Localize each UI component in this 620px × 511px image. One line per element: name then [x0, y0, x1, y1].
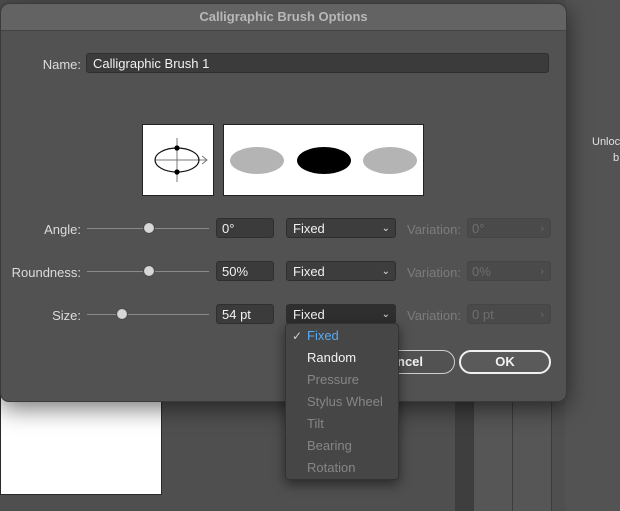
- roundness-variation-field: 0% ›: [467, 261, 551, 281]
- roundness-handle-top[interactable]: [174, 145, 180, 151]
- roundness-mode-value: Fixed: [293, 264, 325, 279]
- background-column: [473, 395, 513, 511]
- size-mode-dropdown-menu: ✓ Fixed Random Pressure Stylus Wheel Til…: [285, 323, 399, 480]
- size-variation-field: 0 pt ›: [467, 304, 551, 324]
- preview-max-variation: [363, 147, 417, 174]
- dropdown-item-label: Fixed: [307, 328, 339, 343]
- size-mode-value: Fixed: [293, 307, 325, 322]
- roundness-variation-label: Variation:: [407, 265, 461, 280]
- dropdown-item-fixed[interactable]: ✓ Fixed: [286, 325, 398, 347]
- dropdown-item-pressure: Pressure: [286, 369, 398, 391]
- size-label: Size:: [52, 308, 81, 323]
- roundness-variation-value: 0%: [472, 264, 491, 279]
- background-text-line1: Unloc: [592, 136, 620, 148]
- chevron-right-icon: ›: [540, 309, 544, 321]
- chevron-right-icon: ›: [540, 223, 544, 235]
- preview-brush-shape: [297, 147, 351, 174]
- ok-button[interactable]: OK: [459, 350, 551, 374]
- dropdown-item-bearing: Bearing: [286, 435, 398, 457]
- chevron-down-icon: ⌄: [381, 223, 390, 234]
- angle-slider-thumb[interactable]: [143, 222, 155, 234]
- angle-variation-field: 0° ›: [467, 218, 551, 238]
- chevron-down-icon: ⌄: [381, 309, 390, 320]
- size-slider-thumb[interactable]: [116, 308, 128, 320]
- background-column: [512, 395, 552, 511]
- dropdown-item-label: Stylus Wheel: [307, 394, 383, 409]
- angle-variation-label: Variation:: [407, 222, 461, 237]
- dropdown-item-stylus-wheel: Stylus Wheel: [286, 391, 398, 413]
- name-field[interactable]: Calligraphic Brush 1: [86, 53, 549, 73]
- roundness-label: Roundness:: [11, 265, 81, 280]
- size-variation-label: Variation:: [407, 308, 461, 323]
- background-text-line2: b: [613, 152, 620, 164]
- size-mode-select[interactable]: Fixed ⌄: [286, 304, 396, 324]
- brush-variation-preview: [223, 124, 424, 196]
- dropdown-item-random[interactable]: Random: [286, 347, 398, 369]
- roundness-handle-bottom[interactable]: [174, 169, 180, 175]
- dialog-title: Calligraphic Brush Options: [1, 4, 566, 31]
- dropdown-item-rotation: Rotation: [286, 457, 398, 479]
- chevron-right-icon: ›: [540, 266, 544, 278]
- preview-min-variation: [230, 147, 284, 174]
- roundness-mode-select[interactable]: Fixed ⌄: [286, 261, 396, 281]
- angle-mode-value: Fixed: [293, 221, 325, 236]
- dropdown-item-label: Rotation: [307, 460, 356, 475]
- size-slider-track[interactable]: [87, 314, 209, 315]
- name-label: Name:: [42, 57, 81, 72]
- checkmark-icon: ✓: [292, 329, 303, 343]
- background-panel-text: Unloc b: [592, 134, 620, 166]
- chevron-down-icon: ⌄: [381, 266, 390, 277]
- background-divider: [455, 395, 473, 511]
- angle-label: Angle:: [44, 222, 81, 237]
- dropdown-item-label: Pressure: [307, 372, 360, 387]
- cancel-button-label: ncel: [397, 354, 424, 369]
- roundness-field[interactable]: 50%: [216, 261, 274, 281]
- roundness-slider-thumb[interactable]: [143, 265, 155, 277]
- dropdown-item-tilt: Tilt: [286, 413, 398, 435]
- dropdown-item-label: Bearing: [307, 438, 352, 453]
- angle-field[interactable]: 0°: [216, 218, 274, 238]
- calligraphic-brush-options-dialog: Calligraphic Brush Options Name: Calligr…: [0, 3, 567, 402]
- size-field[interactable]: 54 pt: [216, 304, 274, 324]
- angle-variation-value: 0°: [472, 221, 485, 236]
- dropdown-item-label: Random: [307, 350, 357, 365]
- angle-mode-select[interactable]: Fixed ⌄: [286, 218, 396, 238]
- dropdown-item-label: Tilt: [307, 416, 324, 431]
- brush-shape-editor[interactable]: [142, 124, 214, 196]
- size-variation-value: 0 pt: [472, 307, 494, 322]
- background-panel: [565, 0, 620, 511]
- brush-shape-icon: [154, 138, 208, 182]
